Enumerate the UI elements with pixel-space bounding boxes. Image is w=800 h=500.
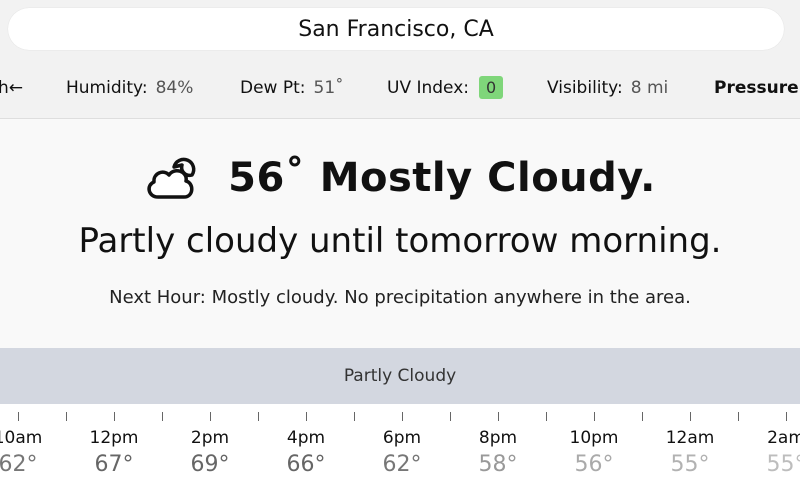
location-search-input[interactable]: San Francisco, CA (8, 8, 784, 50)
partly-cloudy-night-icon (147, 157, 196, 199)
visibility-value: 8 mi (630, 78, 669, 98)
pressure-label: Pressure: (714, 78, 800, 98)
hour-tick (450, 412, 451, 421)
visibility-label: Visibility: (547, 78, 623, 98)
hour-tick (66, 412, 67, 421)
hour-tick (402, 412, 403, 421)
wind-stat-text: h← (0, 78, 24, 98)
pressure-stat: Pressure: (714, 78, 800, 98)
hour-tick (306, 412, 307, 421)
hourly-timeline[interactable]: 10am 62° 12pm 67° 2pm 69° 4pm 66° 6pm 62° 8pm 58° 10… (0, 404, 800, 500)
uv-index-badge: 0 (479, 76, 504, 99)
condition-band-label: Partly Cloudy (343, 366, 457, 386)
hour-tick (162, 412, 163, 421)
next-hour-summary: Next Hour: Mostly cloudy. No precipitati… (109, 287, 691, 308)
condition-band[interactable]: Partly Cloudy (0, 348, 800, 404)
dew-point-stat: Dew Pt: 51˚ (240, 78, 344, 98)
wind-stat-partial: h← (0, 78, 23, 98)
hour-label: 6pm (382, 428, 422, 448)
visibility-stat: Visibility: 8 mi (547, 78, 668, 98)
hour-temperature: 66° (286, 452, 326, 477)
hour-tick (354, 412, 355, 421)
hour-label: 10pm (569, 428, 619, 448)
hour-label: 10am (0, 428, 43, 448)
hour-label: 12am (665, 428, 715, 448)
hour-temperature: 56° (574, 452, 614, 477)
hour-temperature: 62° (0, 452, 38, 477)
hour-temperature: 69° (190, 452, 230, 477)
humidity-label: Humidity: (66, 78, 148, 98)
humidity-value: 84% (155, 78, 194, 98)
uv-index-stat: UV Index: 0 (387, 76, 504, 99)
hour-temperature: 62° (382, 452, 422, 477)
current-temperature-headline: 56˚ Mostly Cloudy. (228, 155, 656, 201)
hour-tick (642, 412, 643, 421)
hour-label: 4pm (286, 428, 326, 448)
hour-label: 8pm (478, 428, 518, 448)
humidity-stat: Humidity: 84% (66, 78, 193, 98)
hour-label: 2pm (190, 428, 230, 448)
uv-index-label: UV Index: (387, 77, 470, 98)
hour-label: 2am (767, 428, 800, 448)
dew-point-label: Dew Pt: (240, 78, 306, 98)
hour-temperature: 67° (94, 452, 134, 477)
hour-tick (210, 412, 211, 421)
conditions-strip[interactable]: h← Humidity: 84% Dew Pt: 51˚ UV Index: 0… (0, 62, 800, 119)
current-headline: 56˚ Mostly Cloudy. (0, 153, 800, 203)
hour-tick (258, 412, 259, 421)
hour-tick (738, 412, 739, 421)
hour-temperature: 55° (670, 452, 710, 477)
hour-label: 12pm (89, 428, 139, 448)
daily-summary: Partly cloudy until tomorrow morning. (78, 221, 722, 261)
hour-tick (114, 412, 115, 421)
hour-tick (690, 412, 691, 421)
location-bar: San Francisco, CA (0, 0, 800, 62)
hour-tick (546, 412, 547, 421)
hour-temperature: 55° (766, 452, 800, 477)
hour-temperature: 58° (478, 452, 518, 477)
hour-tick (498, 412, 499, 421)
hour-tick (786, 412, 787, 421)
hour-tick (18, 412, 19, 421)
hour-tick (594, 412, 595, 421)
current-conditions: 56˚ Mostly Cloudy. Partly cloudy until t… (0, 119, 800, 348)
dew-point-value: 51˚ (313, 78, 344, 98)
